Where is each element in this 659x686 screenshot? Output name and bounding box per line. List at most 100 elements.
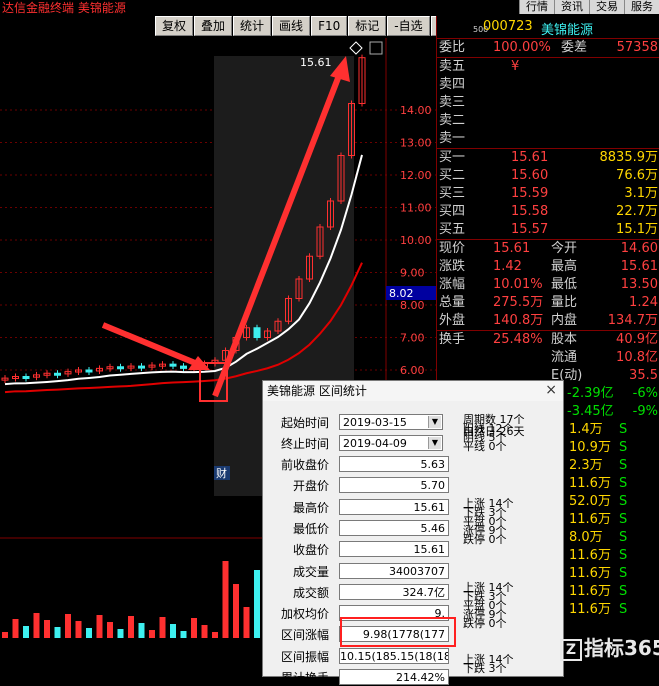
flow-percent: -9% xyxy=(632,404,658,419)
chart-settings-icon[interactable] xyxy=(369,41,383,55)
tick-volume: 11.6万 xyxy=(569,512,611,527)
field-label: 收盘价 xyxy=(292,543,329,558)
field-label: 成交量 xyxy=(292,564,329,579)
volume-bar xyxy=(191,618,197,638)
tick-flag: S xyxy=(619,422,628,437)
field-label: 成交额 xyxy=(292,585,329,600)
tick-flag: S xyxy=(619,566,628,581)
candle xyxy=(180,365,187,369)
toolbar-button[interactable]: 叠加 xyxy=(194,16,233,36)
volume-bar xyxy=(138,623,145,638)
volume-bar xyxy=(2,632,8,638)
candle xyxy=(117,366,124,370)
field-label: 开盘价 xyxy=(292,479,329,494)
field-label: 最高价 xyxy=(292,500,329,515)
field-label: 区间涨幅 xyxy=(280,628,329,643)
close-icon[interactable]: × xyxy=(545,382,557,398)
book-label: 买一 xyxy=(439,150,466,165)
price-tick: 7.00 xyxy=(400,332,425,345)
top-menu-button[interactable]: 交易 xyxy=(589,0,624,14)
field-label: 区间振幅 xyxy=(280,649,329,664)
toolbar-button[interactable]: 统计 xyxy=(233,16,272,36)
toolbar-button[interactable]: 标记 xyxy=(348,16,387,36)
count-stat: 跌停 0个 xyxy=(463,617,507,630)
stat-label: 换手 xyxy=(439,332,466,347)
field-value: 5.46 xyxy=(339,519,449,536)
watermark: Z 指标365 xyxy=(560,632,659,661)
flow-value: -3.45亿 xyxy=(567,404,614,419)
tick-flag: S xyxy=(619,602,628,617)
volume-bar xyxy=(23,626,29,638)
book-label: 卖三 xyxy=(439,95,466,110)
tick-volume: 10.9万 xyxy=(569,440,611,455)
top-menu: 行情 资讯 交易 服务 xyxy=(519,0,659,14)
stat-value: 134.7万 xyxy=(607,313,658,328)
stat-value: 10.01% xyxy=(493,277,543,292)
stat-value: 14.60 xyxy=(620,241,658,256)
book-label: 卖四 xyxy=(439,77,466,92)
stat-value: 10.8亿 xyxy=(616,350,658,365)
tick-flag: S xyxy=(619,458,628,473)
stock-name: 美锦能源 xyxy=(541,23,594,38)
toolbar-button[interactable]: 画线 xyxy=(272,16,311,36)
top-menu-button[interactable]: 行情 xyxy=(519,0,554,14)
bid-row: 买三 15.59 3.1万 xyxy=(437,185,659,203)
volume-bar xyxy=(44,620,50,638)
field-label: 加权均价 xyxy=(280,607,329,622)
tick-volume: 11.6万 xyxy=(569,584,611,599)
volume-bar xyxy=(180,631,187,638)
book-price: 15.59 xyxy=(511,186,549,201)
toolbar-button[interactable]: -自选 xyxy=(387,16,430,36)
field-value: 10.15(185.15(18(185 xyxy=(339,647,449,664)
book-label: 买四 xyxy=(439,204,466,219)
volume-bar xyxy=(75,621,82,638)
field-value: 34003707 xyxy=(339,562,449,579)
price-tick: 14.00 xyxy=(400,104,432,117)
tick-volume: 1.4万 xyxy=(569,422,603,437)
top-menu-button[interactable]: 资讯 xyxy=(554,0,589,14)
start-time-select[interactable]: 2019-03-15 ▼ xyxy=(339,414,443,430)
field-label: 前收盘价 xyxy=(280,458,329,472)
volume-bar xyxy=(159,617,166,638)
book-label: 买三 xyxy=(439,186,466,201)
tick-volume: 11.6万 xyxy=(569,548,611,563)
book-volume: 22.7万 xyxy=(616,204,658,219)
stat-row: 涨跌 1.42 最高 15.61 xyxy=(437,258,659,276)
stat-label: 涨跌 xyxy=(439,259,466,274)
end-time-select[interactable]: 2019-04-09 ▼ xyxy=(339,435,443,451)
tick-flag: S xyxy=(619,548,628,563)
top-menu-button[interactable]: 服务 xyxy=(624,0,659,14)
volume-bar xyxy=(212,632,218,638)
stat-label: 现价 xyxy=(439,241,466,256)
ask-row: 卖一 xyxy=(437,130,659,148)
current-price-value: 8.02 xyxy=(389,287,414,300)
chevron-down-icon[interactable]: ▼ xyxy=(428,416,441,428)
field-value: 15.61 xyxy=(339,541,449,558)
toolbar-button[interactable]: 复权 xyxy=(155,16,194,36)
book-volume: 3.1万 xyxy=(624,186,658,201)
diamond-marker-icon xyxy=(349,41,363,55)
stock-code: 000723 xyxy=(483,19,533,34)
tick-volume: 11.6万 xyxy=(569,566,611,581)
fin-marker-label: 财 xyxy=(216,466,227,480)
toolbar-button[interactable]: F10 xyxy=(311,16,348,36)
volume-bar xyxy=(65,614,71,638)
stat-label: 最低 xyxy=(551,277,578,292)
candle xyxy=(22,376,30,379)
price-tick: 9.00 xyxy=(400,267,425,280)
field-value: 5.70 xyxy=(339,477,449,494)
chevron-down-icon[interactable]: ▼ xyxy=(428,437,441,449)
stat-label: 涨幅 xyxy=(439,277,466,292)
volume-bar xyxy=(254,570,260,638)
stat-row: 现价 15.61 今开 14.60 xyxy=(437,240,659,258)
volume-bar xyxy=(12,619,19,638)
count-stat: 下跌 3个 xyxy=(463,662,507,675)
candle xyxy=(85,369,93,373)
bid-row: 买五 15.57 15.1万 xyxy=(437,221,659,239)
volume-bar xyxy=(107,622,113,638)
volume-bar xyxy=(86,628,92,638)
stat-row: 外盘 140.8万 内盘 134.7万 xyxy=(437,312,659,330)
ask-row: 卖四 xyxy=(437,76,659,94)
stat-block: 现价 15.61 今开 14.60 涨跌 1.42 最高 15.61 涨幅 10.01% 最低 13.… xyxy=(437,240,659,331)
stat-label: 总量 xyxy=(439,295,466,310)
